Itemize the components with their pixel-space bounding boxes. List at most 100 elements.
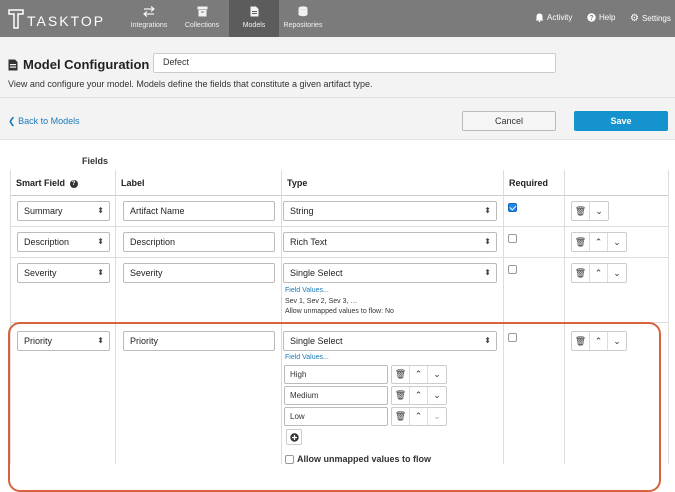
save-button[interactable]: Save: [574, 111, 668, 131]
chevron-left-icon: ❮: [8, 116, 16, 126]
add-value-button[interactable]: [286, 429, 302, 445]
label-input[interactable]: Severity: [123, 263, 275, 283]
cancel-button[interactable]: Cancel: [462, 111, 556, 131]
chevron-up-icon[interactable]: ⌃: [590, 264, 608, 282]
allow-unmapped-checkbox[interactable]: [285, 455, 294, 464]
select-arrows-icon: ⬍: [97, 237, 104, 246]
field-values-link[interactable]: Field Values...: [285, 287, 329, 294]
page-description: View and configure your model. Models de…: [8, 79, 373, 89]
unmapped-note: Allow unmapped values to flow: No: [285, 308, 394, 315]
select-arrows-icon: ⬍: [484, 268, 491, 277]
row-action-buttons: 🗑 ⌃ ⌄: [571, 232, 627, 252]
field-value-input[interactable]: Low: [284, 407, 388, 426]
fields-heading: Fields: [82, 156, 109, 166]
help-link[interactable]: ? Help: [587, 13, 615, 22]
smart-field-value: Description: [24, 237, 70, 247]
trash-icon[interactable]: 🗑: [572, 264, 590, 282]
smart-field-value: Priority: [24, 336, 53, 346]
type-select[interactable]: String ⬍: [283, 201, 497, 221]
allow-unmapped-label: Allow unmapped values to flow: [297, 454, 432, 464]
chevron-up-icon[interactable]: ⌃: [410, 387, 428, 404]
field-value-input[interactable]: Medium: [284, 386, 388, 405]
tab-models-label: Models: [242, 22, 266, 29]
chevron-down-icon[interactable]: ⌄: [608, 332, 626, 350]
document-icon: [8, 59, 18, 70]
trash-icon[interactable]: 🗑: [392, 408, 410, 425]
tab-repositories[interactable]: Repositories: [278, 0, 328, 37]
smart-field-select[interactable]: Priority ⬍: [17, 331, 110, 351]
col-header-required: Required: [503, 170, 564, 196]
type-select[interactable]: Single Select ⬍: [283, 331, 497, 351]
help-icon: ?: [587, 13, 596, 22]
document-icon: [229, 6, 279, 20]
type-value: String: [290, 206, 314, 216]
tab-models[interactable]: Models: [229, 0, 279, 37]
type-select[interactable]: Single Select ⬍: [283, 263, 497, 283]
page-title: Model Configuration: [8, 57, 149, 72]
chevron-down-icon[interactable]: ⌄: [608, 264, 626, 282]
value-action-buttons: 🗑 ⌃ ⌄: [391, 365, 447, 384]
svg-text:?: ?: [589, 15, 593, 22]
label-input[interactable]: Description: [123, 232, 275, 252]
required-checkbox[interactable]: [508, 234, 517, 243]
type-select[interactable]: Rich Text ⬍: [283, 232, 497, 252]
col-header-type: Type: [281, 170, 503, 196]
tab-collections-label: Collections: [184, 22, 220, 29]
type-value: Rich Text: [290, 237, 327, 247]
activity-label: Activity: [547, 13, 573, 22]
chevron-down-icon[interactable]: ⌄: [428, 366, 446, 383]
brand-logo[interactable]: TASKTOP: [8, 7, 105, 31]
chevron-up-icon[interactable]: ⌃: [590, 233, 608, 251]
chevron-down-icon: ⌄: [433, 411, 441, 421]
smart-field-select[interactable]: Severity ⬍: [17, 263, 110, 283]
chevron-down-icon[interactable]: ⌄: [428, 387, 446, 404]
field-value-input[interactable]: High: [284, 365, 388, 384]
label-input[interactable]: Artifact Name: [123, 201, 275, 221]
smart-field-select[interactable]: Summary ⬍: [17, 201, 110, 221]
select-arrows-icon: ⬍: [484, 237, 491, 246]
required-checkbox[interactable]: [508, 265, 517, 274]
divider: [0, 97, 675, 98]
tab-repositories-label: Repositories: [283, 22, 323, 29]
back-to-models-link[interactable]: ❮ Back to Models: [8, 116, 80, 127]
top-nav: TASKTOP Integrations Collections Models …: [0, 0, 675, 37]
required-checkbox[interactable]: [508, 333, 517, 342]
trash-icon[interactable]: 🗑: [572, 332, 590, 350]
tab-integrations[interactable]: Integrations: [124, 0, 174, 37]
settings-label: Settings: [641, 14, 671, 23]
chevron-up-icon[interactable]: ⌃: [410, 366, 428, 383]
smart-field-select[interactable]: Description ⬍: [17, 232, 110, 252]
value-action-buttons: 🗑 ⌃ ⌄: [391, 407, 447, 426]
select-arrows-icon: ⬍: [484, 336, 491, 345]
col-header-actions: [564, 170, 668, 196]
smart-field-value: Summary: [24, 206, 63, 216]
select-arrows-icon: ⬍: [97, 206, 104, 215]
brand-logo-icon: [8, 9, 24, 29]
chevron-up-icon[interactable]: ⌃: [410, 408, 428, 425]
type-value: Single Select: [290, 268, 343, 278]
settings-link[interactable]: ⚙ Settings: [630, 13, 671, 24]
row-divider: [10, 226, 668, 227]
field-values-link[interactable]: Field Values...: [285, 354, 329, 361]
chevron-down-icon[interactable]: ⌄: [590, 202, 608, 220]
activity-link[interactable]: Activity: [535, 13, 572, 22]
trash-icon[interactable]: 🗑: [572, 202, 590, 220]
grid-line: [668, 170, 669, 464]
row-action-buttons: 🗑 ⌃ ⌄: [571, 331, 627, 351]
trash-icon[interactable]: 🗑: [392, 387, 410, 404]
help-label: Help: [599, 13, 616, 22]
smart-field-value: Severity: [24, 268, 57, 278]
required-checkbox[interactable]: [508, 203, 517, 212]
trash-icon[interactable]: 🗑: [392, 366, 410, 383]
chevron-up-icon[interactable]: ⌃: [590, 332, 608, 350]
model-name-input[interactable]: Defect: [153, 53, 556, 73]
help-icon[interactable]: ?: [69, 179, 78, 188]
select-arrows-icon: ⬍: [484, 206, 491, 215]
tab-collections[interactable]: Collections: [177, 0, 227, 37]
chevron-down-icon[interactable]: ⌄: [608, 233, 626, 251]
archive-icon: [177, 6, 227, 20]
type-value: Single Select: [290, 336, 343, 346]
value-action-buttons: 🗑 ⌃ ⌄: [391, 386, 447, 405]
label-input[interactable]: Priority: [123, 331, 275, 351]
trash-icon[interactable]: 🗑: [572, 233, 590, 251]
